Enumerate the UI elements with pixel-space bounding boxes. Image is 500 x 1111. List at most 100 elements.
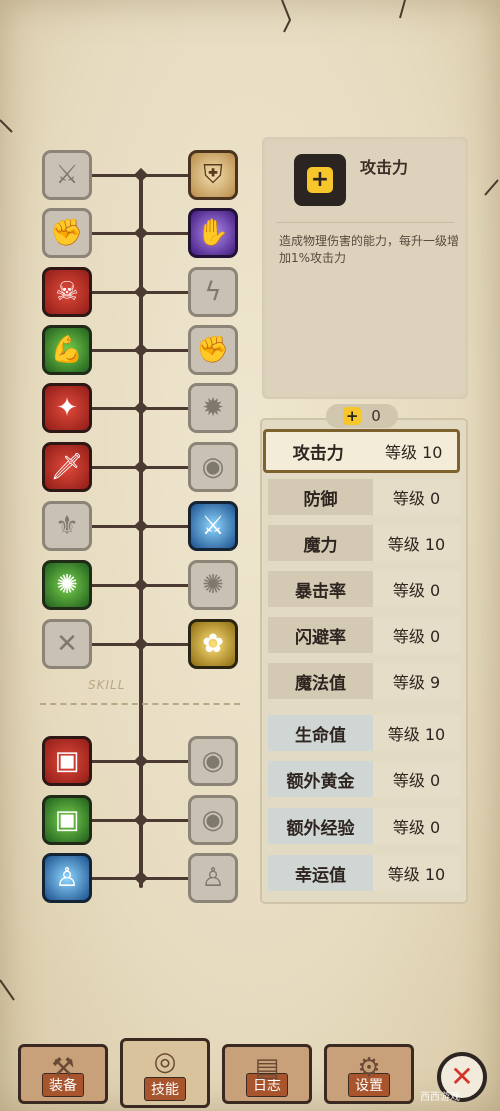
- stat-level: 等级 0: [373, 617, 460, 653]
- stat-name: 额外黄金: [268, 761, 373, 797]
- skill-info-title: 攻击力: [360, 158, 409, 177]
- skill-branch-knot: [133, 167, 149, 183]
- stat-row[interactable]: 生命值 等级 10: [268, 715, 460, 751]
- stat-level: 等级 9: [373, 663, 460, 699]
- skill-branch-knot: [133, 225, 149, 241]
- stat-level: 等级 0: [373, 808, 460, 844]
- skill-branch-knot: [133, 812, 149, 828]
- stat-level: 等级 10: [373, 855, 460, 891]
- eye-orb-icon: ◉: [201, 452, 225, 482]
- skill-slot-right-4[interactable]: ✊: [188, 325, 238, 375]
- eye-chest-icon: ◉: [201, 746, 225, 776]
- purple-claw-icon: ✋: [196, 218, 230, 248]
- green-spirit-icon: ✿: [202, 629, 224, 659]
- skill-branch-knot: [133, 753, 149, 769]
- skill-slot-left-2[interactable]: ✊: [42, 208, 92, 258]
- skill-points-badge: + 0: [326, 404, 398, 428]
- shield-emblem-icon: ⛨: [203, 159, 223, 190]
- spirit-blue-icon: ♙: [55, 863, 79, 893]
- chest-green-icon: ▣: [54, 805, 80, 835]
- close-icon: ✕: [450, 1060, 474, 1093]
- skill-branch: [92, 819, 139, 822]
- nav-tab-skill[interactable]: ◎ 技能: [120, 1038, 210, 1108]
- stat-name: 魔力: [268, 525, 373, 561]
- stat-level: 等级 10: [373, 715, 460, 751]
- section-divider: [40, 703, 240, 705]
- stat-name: 暴击率: [268, 571, 373, 607]
- crossed-blades-icon: ✕: [56, 629, 78, 659]
- info-divider: [276, 222, 454, 223]
- skill-branch: [92, 349, 139, 352]
- skill-slot-left-10[interactable]: ▣: [42, 736, 92, 786]
- skill-slot-right-8[interactable]: ✺: [188, 560, 238, 610]
- stat-row[interactable]: 幸运值 等级 10: [268, 855, 460, 891]
- stat-row[interactable]: 魔力 等级 10: [268, 525, 460, 561]
- skill-slot-left-9[interactable]: ✕: [42, 619, 92, 669]
- skill-branch: [143, 407, 188, 410]
- skill-branch: [143, 643, 188, 646]
- skill-slot-left-11[interactable]: ▣: [42, 795, 92, 845]
- skill-branch: [92, 877, 139, 880]
- dark-figure-icon: ✦: [56, 393, 78, 423]
- skill-branch: [143, 819, 188, 822]
- nav-tab-equipment[interactable]: ⚒ 装备: [18, 1044, 108, 1104]
- stat-row[interactable]: 额外经验 等级 0: [268, 808, 460, 844]
- skill-branch: [92, 760, 139, 763]
- skill-slot-right-12[interactable]: ♙: [188, 853, 238, 903]
- stat-row[interactable]: 额外黄金 等级 0: [268, 761, 460, 797]
- stat-name: 额外经验: [268, 808, 373, 844]
- skill-icon: ◎: [153, 1047, 177, 1077]
- stat-row[interactable]: 暴击率 等级 0: [268, 571, 460, 607]
- sword-slash-icon: ⚔: [55, 160, 79, 190]
- skill-branch: [143, 877, 188, 880]
- stat-level: 等级 10: [373, 525, 460, 561]
- plus-icon: +: [343, 407, 362, 425]
- skill-slot-left-6[interactable]: 🗡: [42, 442, 92, 492]
- skill-slot-left-1[interactable]: ⚔: [42, 150, 92, 200]
- skill-slot-right-11[interactable]: ◉: [188, 795, 238, 845]
- skill-slot-left-7[interactable]: ⚜: [42, 501, 92, 551]
- skill-slot-right-10[interactable]: ◉: [188, 736, 238, 786]
- skill-branch: [92, 232, 139, 235]
- skill-slot-right-6[interactable]: ◉: [188, 442, 238, 492]
- dagger-icon: 🗡: [50, 452, 84, 482]
- skill-slot-left-8[interactable]: ✺: [42, 560, 92, 610]
- swirl-icon: ✺: [202, 570, 224, 600]
- skill-slot-right-1[interactable]: ⛨: [188, 150, 238, 200]
- nav-tab-journal[interactable]: ▤ 日志: [222, 1044, 312, 1104]
- skill-branch: [143, 232, 188, 235]
- muscle-figure-icon: ✊: [50, 218, 84, 248]
- skill-slot-left-4[interactable]: 💪: [42, 325, 92, 375]
- skill-slot-right-7[interactable]: ⚔: [188, 501, 238, 551]
- skill-slot-right-3[interactable]: ϟ: [188, 267, 238, 317]
- skill-branch-knot: [133, 870, 149, 886]
- stat-name: 生命值: [268, 715, 373, 751]
- skill-branch: [92, 174, 139, 177]
- skill-slot-right-5[interactable]: ✹: [188, 383, 238, 433]
- skill-slot-left-5[interactable]: ✦: [42, 383, 92, 433]
- stat-row[interactable]: 闪避率 等级 0: [268, 617, 460, 653]
- skill-branch-knot: [133, 459, 149, 475]
- stat-row[interactable]: 攻击力 等级 10: [263, 429, 460, 473]
- skill-points-value: 0: [371, 407, 381, 425]
- golden-beast-icon: ✺: [56, 570, 78, 600]
- skill-branch: [92, 291, 139, 294]
- watermark: 西西游戏: [420, 1092, 460, 1103]
- ghost-figure-icon: ♙: [201, 863, 225, 893]
- skill-slot-right-2[interactable]: ✋: [188, 208, 238, 258]
- skill-info-description: 造成物理伤害的能力，每升一级增加1%攻击力: [279, 234, 460, 265]
- skill-branch: [92, 643, 139, 646]
- stat-row[interactable]: 魔法值 等级 9: [268, 663, 460, 699]
- skill-info-panel: + 攻击力 造成物理伤害的能力，每升一级增加1%攻击力: [262, 137, 468, 399]
- skill-slot-right-9[interactable]: ✿: [188, 619, 238, 669]
- skill-slot-left-3[interactable]: ☠: [42, 267, 92, 317]
- skill-branch: [143, 760, 188, 763]
- section-label: SKILL: [88, 678, 126, 692]
- skill-slot-left-12[interactable]: ♙: [42, 853, 92, 903]
- skill-branch: [143, 291, 188, 294]
- skill-branch-knot: [133, 342, 149, 358]
- selected-skill-icon: +: [294, 154, 346, 206]
- stat-row[interactable]: 防御 等级 0: [268, 479, 460, 515]
- skill-branch: [143, 584, 188, 587]
- nav-tab-settings[interactable]: ⚙ 设置: [324, 1044, 414, 1104]
